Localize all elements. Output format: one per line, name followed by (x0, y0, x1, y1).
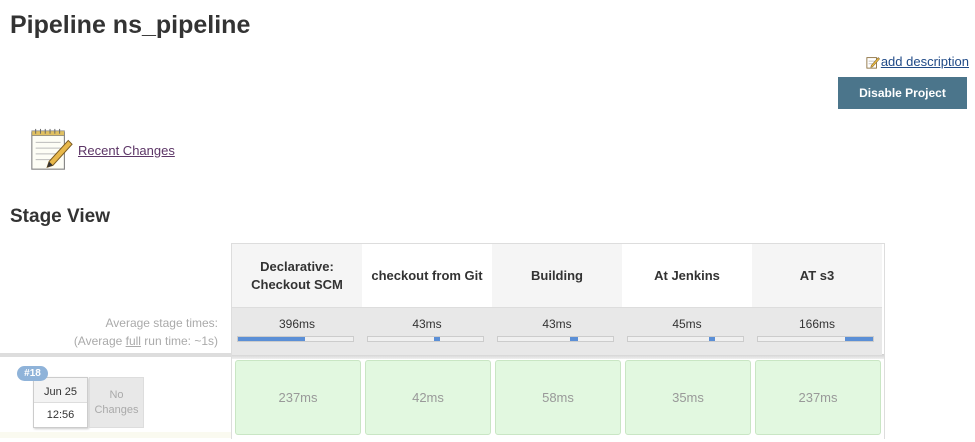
stage-view-title: Stage View (10, 206, 110, 227)
stage-average-bar (627, 336, 744, 342)
stage-average: 45ms (622, 307, 752, 355)
stage-average-time: 43ms (412, 317, 442, 331)
build-date-box[interactable]: Jun 25 12:56 (33, 377, 88, 428)
recent-changes-group[interactable]: Recent Changes (28, 127, 175, 173)
stage-average-bar (757, 336, 874, 342)
stage-header: checkout from Git (371, 267, 483, 283)
bottom-strip (0, 432, 231, 438)
stage-average-time: 166ms (798, 317, 836, 331)
no-changes-box: No Changes (89, 377, 144, 428)
stage-bar-fill (433, 337, 441, 341)
stage-result-cell[interactable]: 35ms (625, 360, 751, 435)
stage-average-time: 43ms (542, 317, 572, 331)
average-stage-times-text: Average stage times: (105, 316, 218, 330)
stage-average: 43ms (362, 307, 492, 355)
stage-result-cell[interactable]: 237ms (235, 360, 361, 435)
stage-bar-fill (238, 337, 305, 341)
stage-average-time: 45ms (672, 317, 702, 331)
stage-average: 166ms (752, 307, 882, 355)
average-stage-times-label: Average stage times: (Average full run t… (30, 314, 218, 350)
build-time: 12:56 (46, 409, 75, 421)
stage-view-grid: Declarative: Checkout SCM 396ms 237ms ch… (231, 243, 885, 439)
stage-header: Building (492, 244, 622, 307)
add-description-link[interactable]: add description (881, 54, 969, 69)
build-number-badge[interactable]: #18 (17, 366, 48, 381)
stage-average-bar (497, 336, 614, 342)
full-run-time-link[interactable]: full (126, 334, 141, 348)
build-date: Jun 25 (34, 378, 87, 403)
stage-bar-fill (570, 337, 579, 341)
add-description-link-group[interactable]: add description (866, 54, 969, 69)
disable-project-button[interactable]: Disable Project (838, 77, 967, 109)
stage-result-cell[interactable]: 58ms (495, 360, 621, 435)
stage-average: 43ms (492, 307, 622, 355)
avg-prefix: (Average (73, 334, 126, 348)
stage-average-bar (367, 336, 484, 342)
stage-header: AT s3 (752, 244, 882, 307)
stage-average-bar (237, 336, 354, 342)
recent-changes-link[interactable]: Recent Changes (78, 143, 175, 158)
stage-average: 396ms (232, 307, 362, 355)
stage-column: At Jenkins 45ms 35ms (622, 244, 752, 439)
stage-column: Building 43ms 58ms (492, 244, 622, 439)
stage-average-time: 396ms (278, 317, 316, 331)
page-title: Pipeline ns_pipeline (10, 11, 251, 39)
stage-column: Declarative: Checkout SCM 396ms 237ms (232, 244, 362, 439)
notepad-icon (31, 128, 73, 170)
stage-result-cell[interactable]: 42ms (365, 360, 491, 435)
stage-result-cell[interactable]: 237ms (755, 360, 881, 435)
stage-column: AT s3 166ms 237ms (752, 244, 882, 439)
stage-header: Declarative: Checkout SCM (232, 244, 362, 307)
stage-header: At Jenkins (654, 267, 720, 283)
stage-bar-fill (708, 337, 716, 341)
stage-column: checkout from Git 43ms 42ms (362, 244, 492, 439)
edit-icon (866, 56, 880, 69)
stage-bar-fill (845, 337, 873, 341)
avg-suffix: run time: ~1s) (140, 334, 218, 348)
average-run-time-text: (Average full run time: ~1s) (30, 332, 218, 350)
